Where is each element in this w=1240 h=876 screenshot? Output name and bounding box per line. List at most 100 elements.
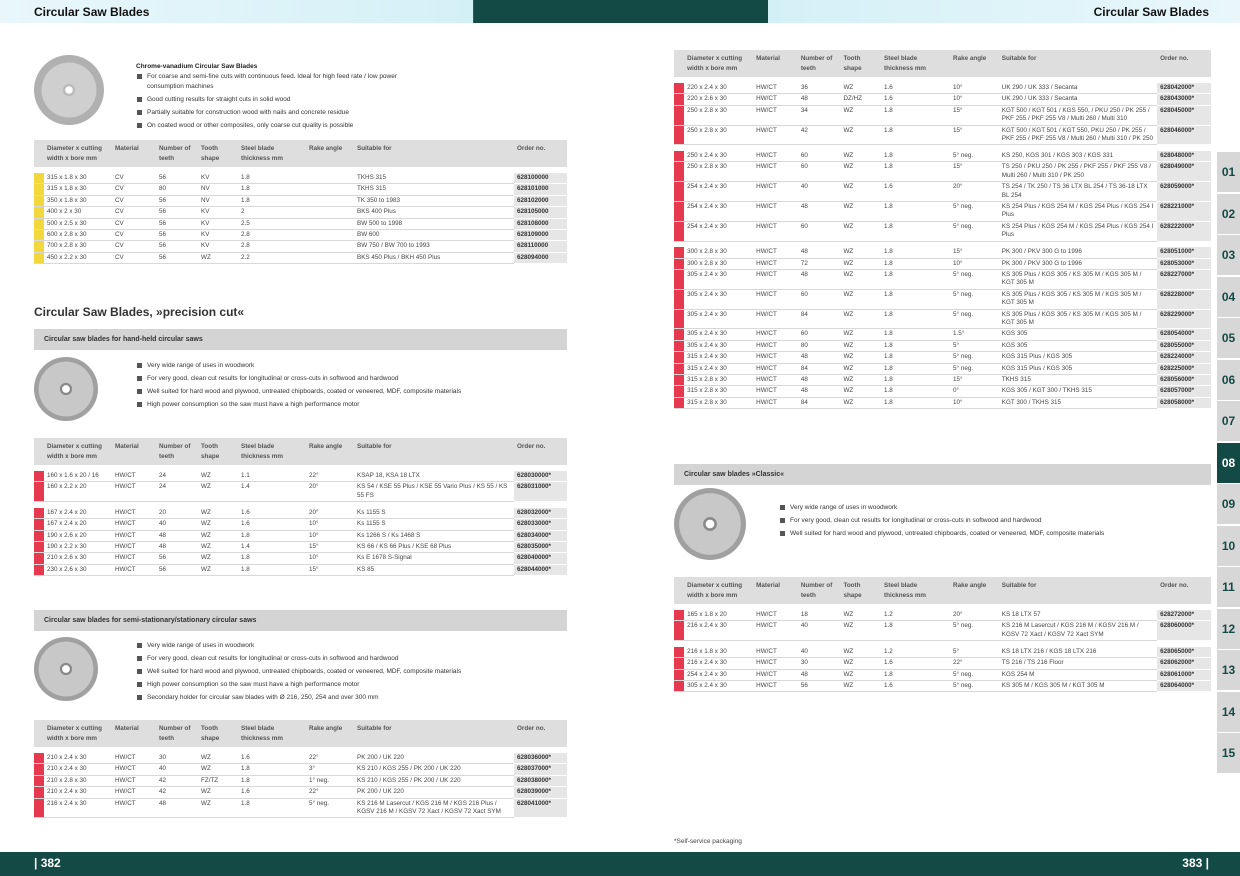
- table-cell: 48: [797, 351, 841, 364]
- row-marker: [674, 105, 685, 126]
- row-marker: [34, 552, 44, 565]
- table-cell: 42: [156, 786, 198, 799]
- table-cell: WZ: [840, 150, 882, 163]
- table-row: 500 x 2.5 x 30 CV 56 KV 2.5 BW 500 to 1998 628…: [34, 218, 567, 231]
- chapter-tab[interactable]: 15: [1217, 733, 1240, 773]
- table-cell: HW/CT: [753, 646, 798, 659]
- chapter-tab[interactable]: 11: [1217, 567, 1240, 607]
- table-cell: KGS 254 M: [998, 669, 1158, 681]
- row-marker: [34, 481, 44, 503]
- chapter-tab[interactable]: 07: [1217, 401, 1240, 441]
- table-cell: 1.8: [881, 258, 951, 270]
- table-cell: 84: [797, 309, 841, 330]
- table-row: 254 x 2.4 x 30 HW/CT 60 WZ 1.8 5° neg. KS 254 …: [674, 221, 1211, 242]
- table-row: 305 x 2.4 x 30 HW/CT 60 WZ 1.8 1.5° KGS 305 628…: [674, 328, 1211, 341]
- column-header: Diameter x cutting width x bore mm: [44, 438, 112, 465]
- table-cell: 305 x 2.4 x 30: [684, 328, 754, 341]
- table-cell: 160 x 1.6 x 20 / 16: [44, 471, 112, 483]
- table-cell: 305 x 2.4 x 30: [684, 269, 754, 290]
- table-cell: 305 x 2.4 x 30: [684, 309, 754, 330]
- table-row: 210 x 2.6 x 30 HW/CT 56 WZ 1.8 10° Ks E 1678 S…: [34, 552, 567, 565]
- table-cell: HW/CT: [753, 258, 798, 270]
- table-cell: HW/CT: [753, 657, 798, 670]
- table-cell: 216 x 1.8 x 30: [684, 646, 754, 659]
- table-cell: 5° neg.: [950, 680, 999, 693]
- order-number-cell: 628042000*: [1157, 83, 1211, 95]
- column-header: Suitable for: [354, 720, 514, 747]
- table-cell: 56: [156, 218, 198, 231]
- table-cell: HW/CT: [753, 610, 798, 622]
- chapter-tab[interactable]: 12: [1217, 608, 1240, 649]
- page-number-left: | 382: [34, 856, 61, 870]
- order-number-cell: 628054000*: [1157, 328, 1211, 341]
- chapter-tab[interactable]: 08: [1217, 442, 1240, 483]
- table-cell: 1° neg.: [306, 775, 354, 788]
- chapter-tab[interactable]: 04: [1217, 276, 1240, 317]
- table-cell: 1.2: [881, 610, 951, 622]
- chapter-tab[interactable]: 13: [1217, 650, 1240, 690]
- chapter-tab[interactable]: 01: [1217, 152, 1240, 192]
- table-cell: 22°: [306, 753, 354, 765]
- row-marker: [674, 83, 685, 95]
- column-header: Rake angle: [950, 577, 999, 604]
- table-header-row: Diameter x cutting width x bore mm Materi…: [34, 720, 567, 747]
- table-row: 300 x 2.8 x 30 HW/CT 72 WZ 1.8 10° PK 300 / PK…: [674, 258, 1211, 270]
- subsection-bar-handheld: Circular saw blades for hand-held circul…: [34, 329, 567, 350]
- table-cell: 1.8: [238, 183, 306, 196]
- table-cell: WZ: [840, 374, 882, 387]
- table-cell: 2: [238, 206, 306, 219]
- chapter-tab[interactable]: 03: [1217, 235, 1240, 275]
- table-row: 400 x 2 x 30 CV 56 KV 2 BKS 400 Plus 628105000: [34, 206, 567, 219]
- header-dark-center: [473, 0, 768, 23]
- table-row: 210 x 2.4 x 30 HW/CT 40 WZ 1.8 3° KS 210 / KGS…: [34, 763, 567, 776]
- order-number-cell: 628035000*: [514, 541, 567, 554]
- row-marker: [674, 93, 685, 106]
- order-number-cell: 628048000*: [1157, 150, 1211, 163]
- handheld-description: Very wide range of uses in woodwork For …: [136, 361, 466, 413]
- table-cell: 30: [797, 657, 841, 670]
- table-cell: 10°: [950, 93, 999, 106]
- table-cell: CV: [112, 195, 156, 208]
- chapter-tab[interactable]: 09: [1217, 484, 1240, 524]
- chapter-tab[interactable]: 10: [1217, 525, 1240, 566]
- table-cell: 56: [156, 229, 198, 242]
- chapter-tab[interactable]: 02: [1217, 193, 1240, 234]
- chapter-tab[interactable]: 06: [1217, 359, 1240, 400]
- row-marker: [674, 385, 685, 398]
- table-cell: 1.8: [238, 763, 306, 776]
- chapter-tab[interactable]: 05: [1217, 318, 1240, 358]
- table-row: 450 x 2.2 x 30 CV 56 WZ 2.2 BKS 450 Plus / BK…: [34, 252, 567, 265]
- table-cell: 40: [797, 620, 841, 642]
- row-marker: [34, 786, 44, 799]
- table-cell: 5° neg.: [950, 221, 999, 242]
- order-number-cell: 628032000*: [514, 507, 567, 520]
- row-marker: [674, 125, 685, 146]
- table-row: 250 x 2.8 x 30 HW/CT 42 WZ 1.8 15° KGT 500 / K…: [674, 125, 1211, 146]
- table-row: 315 x 2.4 x 30 HW/CT 84 WZ 1.8 5° neg. KGS 315…: [674, 363, 1211, 375]
- order-number-cell: 628224000*: [1157, 351, 1211, 364]
- table-cell: HW/CT: [753, 221, 798, 242]
- table-cell: 1.6: [881, 93, 951, 106]
- table-cell: KS 305 Plus / KGS 305 / KS 305 M / KGS 3…: [998, 309, 1158, 330]
- table-cell: PK 300 / PKV 300 G to 1996: [998, 258, 1158, 270]
- table-cell: 315 x 1.8 x 30: [44, 173, 112, 185]
- column-header: Order no.: [514, 140, 567, 167]
- table-cell: 1.4: [238, 481, 306, 503]
- table-cell: 10°: [950, 397, 999, 410]
- table-cell: 254 x 2.4 x 30: [684, 669, 754, 681]
- table-cell: 220 x 2.4 x 30: [684, 83, 754, 95]
- table-cell: 0°: [950, 385, 999, 398]
- table-cell: 5° neg.: [950, 669, 999, 681]
- table-cell: KS 250, KGS 301 / KGS 303 / KGS 331: [998, 150, 1158, 163]
- cv-description: Chrome-vanadium Circular Saw Blades For …: [136, 62, 426, 134]
- table-row: 220 x 2.6 x 30 HW/CT 48 DZ/HZ 1.6 10° UK 290 /…: [674, 93, 1211, 106]
- row-marker: [34, 195, 44, 208]
- table-cell: 22°: [950, 657, 999, 670]
- table-cell: [306, 173, 354, 185]
- row-marker: [34, 507, 44, 520]
- table-row: 220 x 2.4 x 30 HW/CT 36 WZ 1.6 10° UK 290 / UK…: [674, 83, 1211, 95]
- order-number-cell: 628060000*: [1157, 620, 1211, 642]
- chapter-tab[interactable]: 14: [1217, 691, 1240, 732]
- bullet: Partially suitable for construction wood…: [136, 108, 426, 118]
- table-cell: 60: [797, 328, 841, 341]
